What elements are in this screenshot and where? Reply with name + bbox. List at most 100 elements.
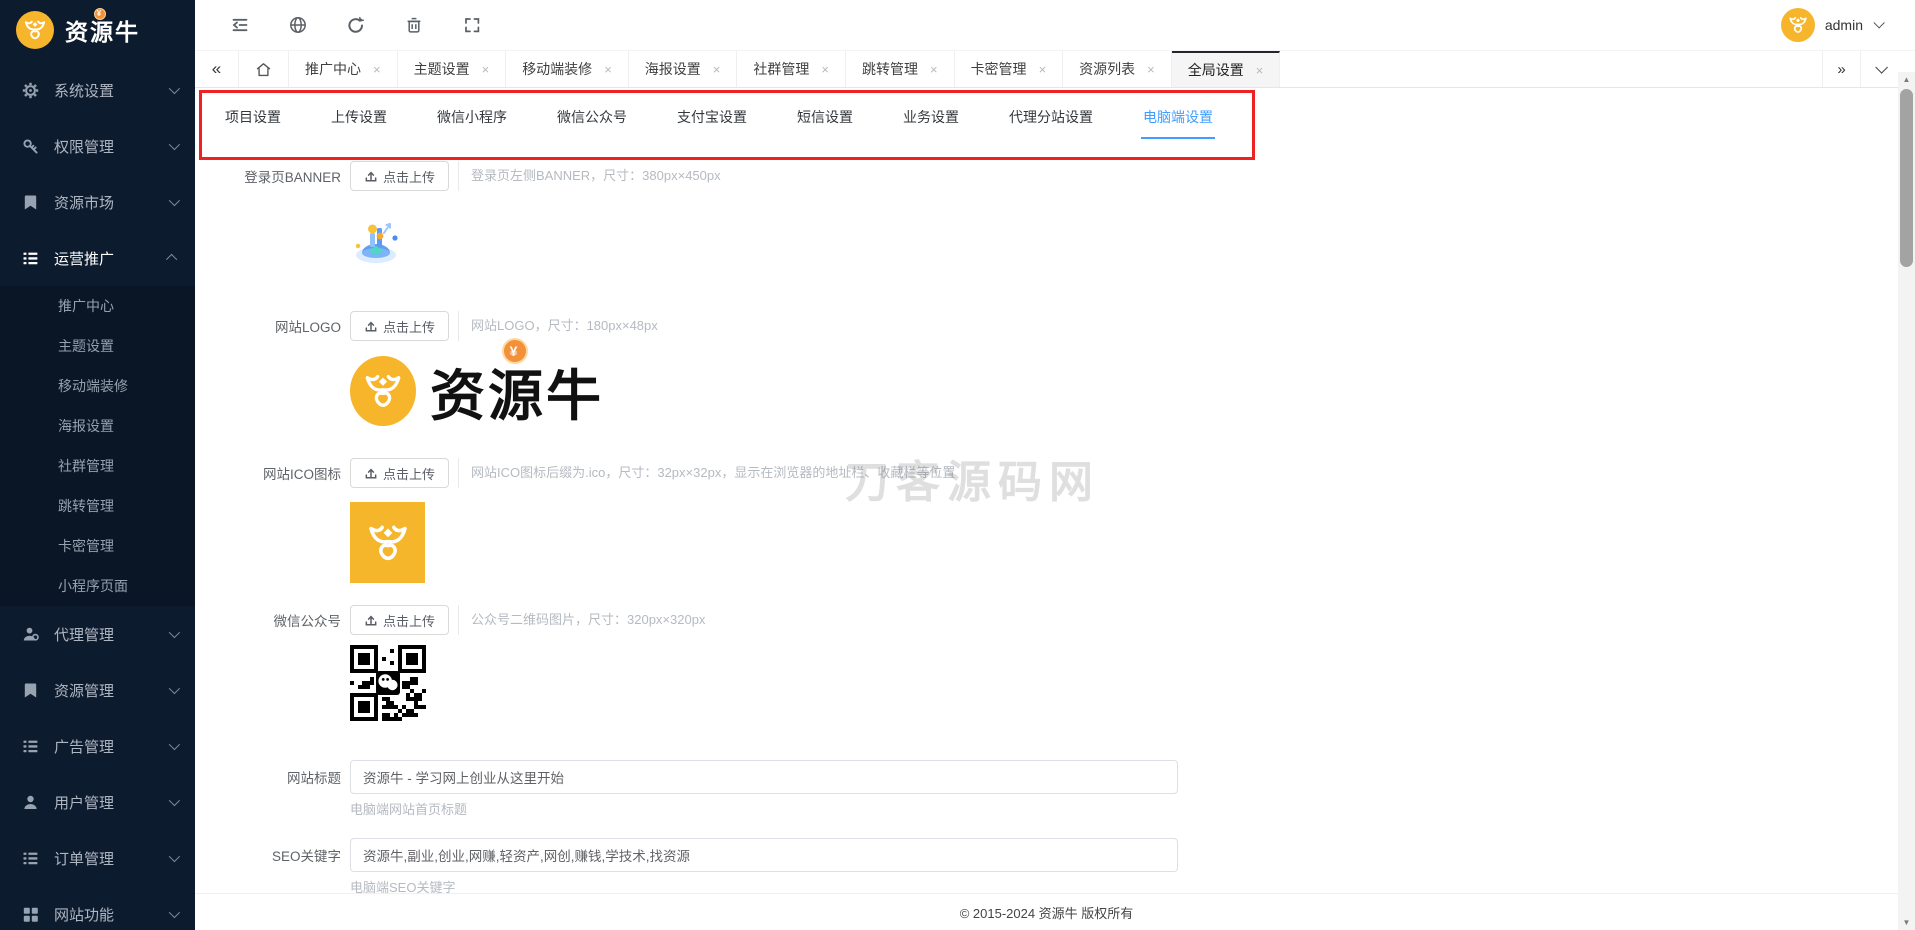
sidebar-item-user-mgmt[interactable]: 用户管理 <box>0 774 195 830</box>
bookmark-icon <box>24 195 37 209</box>
tab-label: 主题设置 <box>413 61 470 77</box>
upload-logo-button[interactable]: 点击上传 <box>350 311 449 341</box>
tab-community[interactable]: 社群管理 × <box>737 51 846 87</box>
collapse-menu-icon[interactable] <box>231 16 249 34</box>
close-icon[interactable]: × <box>1039 62 1047 77</box>
sidebar-item-site-features[interactable]: 网站功能 <box>0 886 195 930</box>
sidebar-item-order-mgmt[interactable]: 订单管理 <box>0 830 195 886</box>
subtab-alipay-settings[interactable]: 支付宝设置 <box>675 99 749 135</box>
close-icon[interactable]: × <box>930 62 938 77</box>
refresh-icon[interactable] <box>347 16 365 34</box>
home-tab[interactable] <box>239 51 289 87</box>
tab-global-settings[interactable]: 全局设置 × <box>1171 51 1281 87</box>
seo-keywords-input[interactable] <box>350 838 1178 872</box>
sidebar-item-ad-mgmt[interactable]: 广告管理 <box>0 718 195 774</box>
sidebar-submenu: 推广中心 主题设置 移动端装修 海报设置 社群管理 跳转管理 卡密管理 小程序页… <box>0 286 195 606</box>
close-icon[interactable]: × <box>1256 63 1264 78</box>
field-hint: 网站LOGO，尺寸：180px×48px <box>458 311 658 341</box>
sidebar-logo[interactable]: 资源牛 ¥ <box>0 0 195 60</box>
fullscreen-icon[interactable] <box>463 16 481 34</box>
chevron-down-icon <box>1873 17 1885 29</box>
field-hint: 电脑端网站首页标题 <box>350 802 468 817</box>
sidebar-subitem-poster-settings[interactable]: 海报设置 <box>0 406 195 446</box>
banner-image <box>350 217 1898 271</box>
avatar <box>1780 8 1815 42</box>
subtab-upload-settings[interactable]: 上传设置 <box>329 99 389 135</box>
upload-qrcode-button[interactable]: 点击上传 <box>350 605 449 635</box>
tab-theme-settings[interactable]: 主题设置 × <box>398 51 507 87</box>
tabs-scroll-right-button[interactable]: » <box>1822 51 1860 87</box>
tab-mobile-decoration[interactable]: 移动端装修 × <box>506 51 629 87</box>
sidebar-subitem-promotion-center[interactable]: 推广中心 <box>0 286 195 326</box>
tab-resource-list[interactable]: 资源列表 × <box>1063 51 1172 87</box>
upload-ico-button[interactable]: 点击上传 <box>350 458 449 488</box>
sidebar-item-label: 运营推广 <box>54 250 115 268</box>
field-label: 登录页BANNER <box>244 170 341 185</box>
upload-icon <box>365 615 377 626</box>
coin-icon: ¥ <box>502 337 528 364</box>
close-icon[interactable]: × <box>1147 62 1155 77</box>
ico-image <box>350 502 425 583</box>
admin-page: 资源牛 ¥ 系统设置 权限管理 资源市场 运营推广 推广中心 主题设置 移动端装… <box>0 0 1915 930</box>
globe-icon[interactable] <box>289 16 307 34</box>
close-icon[interactable]: × <box>482 62 490 77</box>
vertical-scrollbar[interactable]: ▲ ▼ <box>1898 72 1915 930</box>
sidebar-item-operation-promotion[interactable]: 运营推广 <box>0 230 195 286</box>
tab-promotion-center[interactable]: 推广中心 × <box>289 51 398 87</box>
pc-settings-form: 登录页BANNER 点击上传 登录页左侧BANNER，尺寸：380px×450p… <box>195 161 1898 895</box>
subtab-business-settings[interactable]: 业务设置 <box>901 99 961 135</box>
sidebar-subitem-mobile-decoration[interactable]: 移动端装修 <box>0 366 195 406</box>
site-title-input[interactable] <box>350 760 1178 794</box>
scrollbar-thumb[interactable] <box>1900 89 1913 267</box>
upload-banner-button[interactable]: 点击上传 <box>350 161 449 191</box>
form-row-site-title: 网站标题 <box>195 760 1898 794</box>
tab-redirect[interactable]: 跳转管理 × <box>846 51 955 87</box>
scroll-down-arrow[interactable]: ▼ <box>1898 915 1915 930</box>
key-icon <box>23 138 38 154</box>
subtab-agent-substation[interactable]: 代理分站设置 <box>1007 99 1095 135</box>
chevron-down-icon <box>168 850 181 863</box>
subtab-sms-settings[interactable]: 短信设置 <box>795 99 855 135</box>
close-icon[interactable]: × <box>821 62 829 77</box>
sidebar-subitem-card-key[interactable]: 卡密管理 <box>0 526 195 566</box>
subtab-wechat-miniprogram[interactable]: 微信小程序 <box>435 99 509 135</box>
sidebar-item-label: 广告管理 <box>54 738 115 756</box>
tab-poster-settings[interactable]: 海报设置 × <box>629 51 738 87</box>
subtab-pc-settings[interactable]: 电脑端设置 <box>1141 99 1215 139</box>
sidebar-item-resource-mgmt[interactable]: 资源管理 <box>0 662 195 718</box>
sidebar-item-label: 资源管理 <box>54 682 115 700</box>
sidebar-item-label: 网站功能 <box>54 906 115 924</box>
form-row-site-logo: 网站LOGO 点击上传 网站LOGO，尺寸：180px×48px <box>195 311 1898 341</box>
close-icon[interactable]: × <box>713 62 721 77</box>
tab-label: 资源列表 <box>1079 61 1136 77</box>
settings-subtabs: 项目设置 上传设置 微信小程序 微信公众号 支付宝设置 短信设置 业务设置 代理… <box>195 88 1898 146</box>
brand-logo-icon <box>16 11 54 49</box>
sidebar-item-label: 系统设置 <box>54 82 115 100</box>
tab-card-key[interactable]: 卡密管理 × <box>955 51 1064 87</box>
subtab-project-settings[interactable]: 项目设置 <box>223 99 283 135</box>
chevron-down-icon <box>168 738 181 751</box>
sidebar-item-system-settings[interactable]: 系统设置 <box>0 62 195 118</box>
trash-icon[interactable] <box>405 16 423 34</box>
upload-icon <box>365 468 377 479</box>
tabs-scroll-left-button[interactable]: « <box>195 51 239 87</box>
subtab-wechat-official[interactable]: 微信公众号 <box>555 99 629 135</box>
close-icon[interactable]: × <box>373 62 381 77</box>
sidebar-item-agent[interactable]: 代理管理 <box>0 606 195 662</box>
tab-bar-controls: » <box>1822 51 1898 87</box>
sidebar-item-resource-market[interactable]: 资源市场 <box>0 174 195 230</box>
tab-label: 社群管理 <box>753 61 810 77</box>
username: admin <box>1824 17 1863 33</box>
sidebar: 资源牛 ¥ 系统设置 权限管理 资源市场 运营推广 推广中心 主题设置 移动端装… <box>0 0 195 930</box>
sidebar-subitem-miniprogram-pages[interactable]: 小程序页面 <box>0 566 195 606</box>
sidebar-item-permission[interactable]: 权限管理 <box>0 118 195 174</box>
close-icon[interactable]: × <box>604 62 612 77</box>
tabs-menu-button[interactable] <box>1860 51 1898 87</box>
field-hint: 网站ICO图标后缀为.ico，尺寸：32px×32px，显示在浏览器的地址栏、收… <box>458 458 955 488</box>
bookmark-icon <box>24 683 37 697</box>
sidebar-subitem-theme-settings[interactable]: 主题设置 <box>0 326 195 366</box>
sidebar-subitem-community[interactable]: 社群管理 <box>0 446 195 486</box>
scroll-up-arrow[interactable]: ▲ <box>1898 72 1915 87</box>
sidebar-subitem-redirect[interactable]: 跳转管理 <box>0 486 195 526</box>
user-menu[interactable]: admin <box>1780 8 1915 42</box>
